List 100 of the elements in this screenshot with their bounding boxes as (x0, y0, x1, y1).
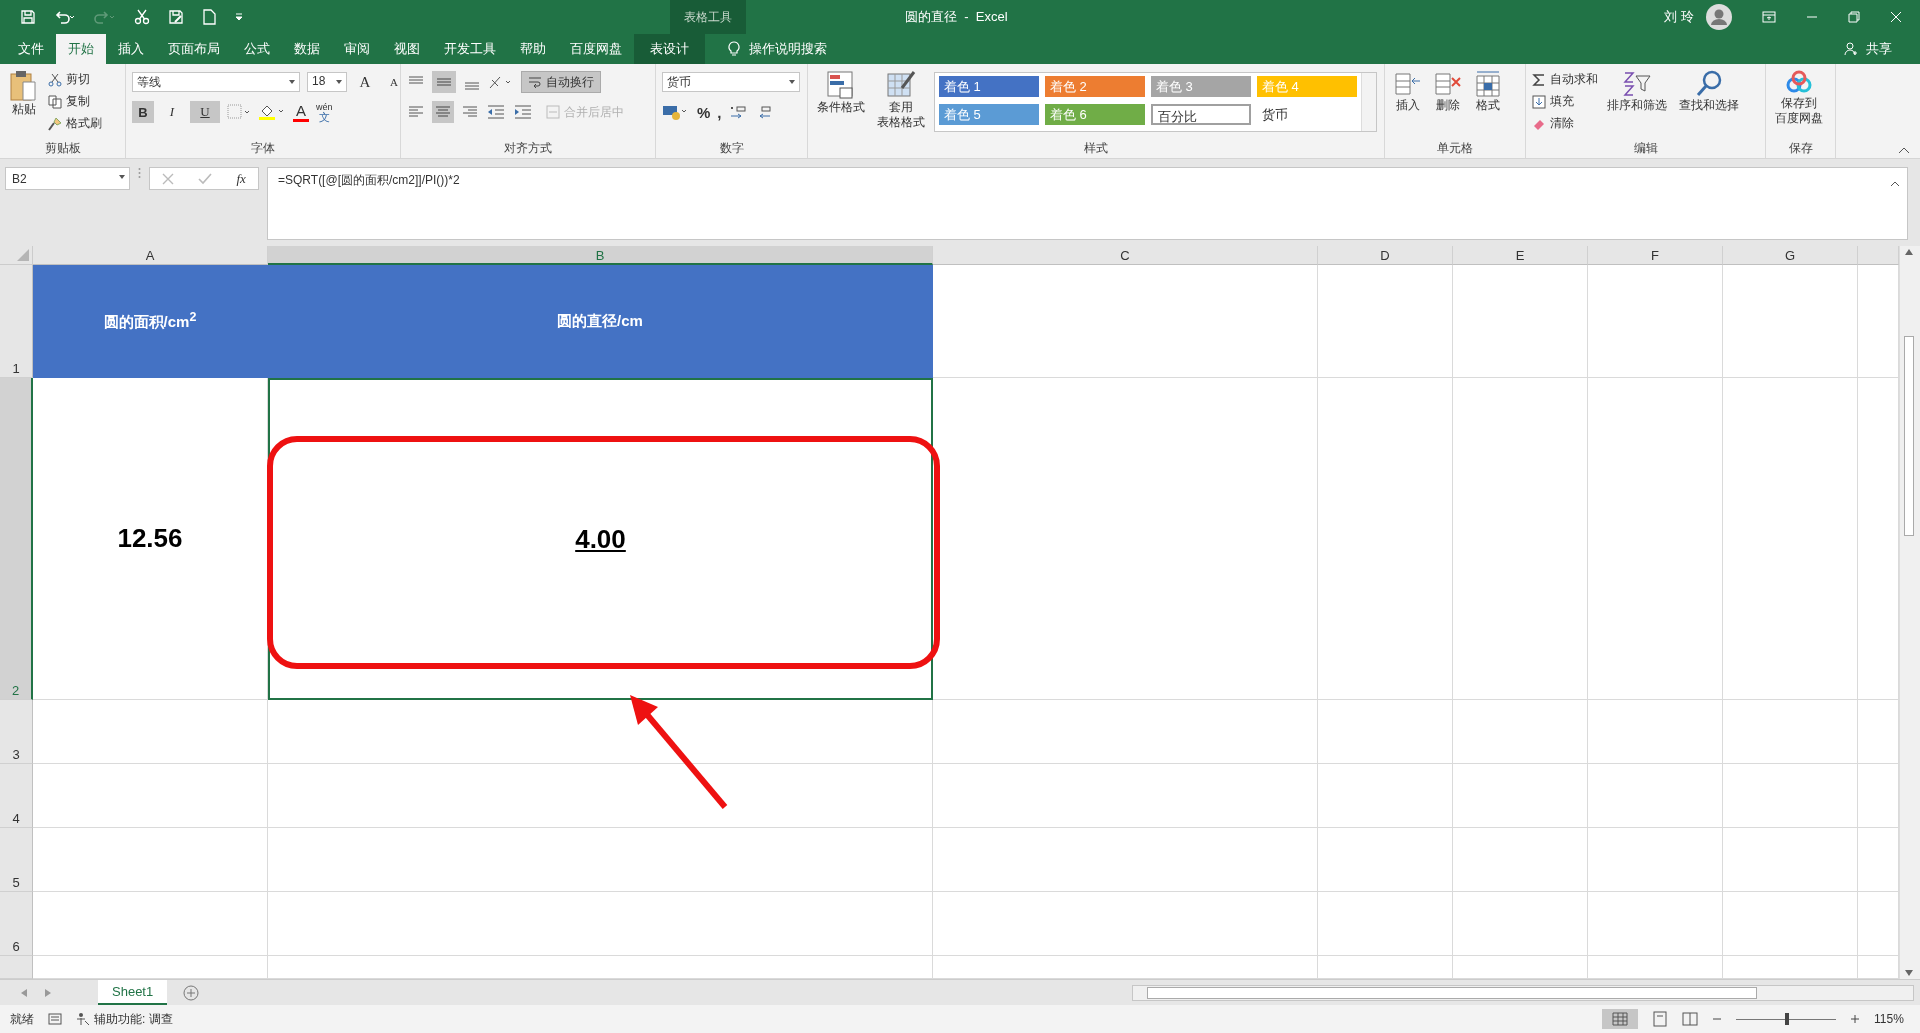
ribbon-tab[interactable]: 插入 (106, 34, 156, 64)
number-format-field[interactable]: 货币 (662, 72, 800, 92)
row-header[interactable]: 4 (0, 764, 33, 828)
formula-field[interactable]: =SQRT([@[圆的面积/cm2]]/PI())*2 (267, 167, 1908, 240)
accessibility-status[interactable]: 辅助功能: 调查 (76, 1010, 173, 1028)
clipboard-action[interactable]: 格式刷 (48, 114, 102, 133)
ribbon-tab[interactable]: 帮助 (508, 34, 558, 64)
scroll-down-icon[interactable] (1904, 969, 1914, 977)
grow-font-button[interactable]: A (354, 71, 376, 93)
cell-style[interactable]: 货币 (1257, 104, 1357, 125)
bold-button[interactable]: B (132, 101, 154, 123)
gallery-scrollbar[interactable] (1361, 73, 1376, 131)
undo-icon[interactable] (54, 9, 76, 25)
avatar-icon[interactable] (1706, 4, 1732, 30)
redo-icon[interactable] (94, 9, 116, 25)
new-document-icon[interactable] (202, 9, 216, 25)
checkmark-icon[interactable] (198, 172, 213, 185)
close-icon[interactable] (1890, 11, 1902, 23)
row-header[interactable]: 1 (0, 265, 33, 378)
scissors-icon[interactable] (134, 9, 150, 25)
share-button[interactable]: 共享 (1866, 40, 1892, 58)
row-header[interactable]: 2 (0, 378, 33, 700)
increase-decimal-icon[interactable] (728, 104, 749, 120)
normal-view-icon[interactable] (1602, 1009, 1638, 1029)
ribbon-tab[interactable]: 视图 (382, 34, 432, 64)
collapse-ribbon-icon[interactable] (1898, 146, 1910, 154)
cell-style[interactable]: 百分比 (1151, 104, 1251, 125)
page-break-icon[interactable] (1682, 1011, 1698, 1027)
increase-indent-icon[interactable] (513, 104, 533, 120)
underline-button[interactable]: U (190, 101, 220, 123)
ribbon-tab[interactable]: 开始 (56, 34, 106, 64)
ribbon-tab[interactable]: 百度网盘 (558, 34, 634, 64)
add-sheet-icon[interactable] (183, 984, 200, 1001)
column-header[interactable]: G (1723, 246, 1858, 265)
macro-record-icon[interactable] (48, 1013, 62, 1025)
lightbulb-icon[interactable] (727, 41, 741, 57)
save-as-icon[interactable] (168, 9, 184, 25)
wrap-text-button[interactable]: 自动换行 (521, 71, 601, 93)
sheet-tab[interactable]: Sheet1 (98, 980, 168, 1005)
column-header[interactable]: E (1453, 246, 1588, 265)
ribbon-tab[interactable]: 页面布局 (156, 34, 232, 64)
previous-sheet-icon[interactable] (20, 987, 28, 998)
font-color-button[interactable]: A (293, 102, 309, 122)
scroll-up-icon[interactable] (1904, 248, 1914, 256)
font-size-field[interactable]: 18 (307, 72, 347, 92)
row-header[interactable]: 3 (0, 700, 33, 764)
phonetic-button[interactable]: wén 文 (316, 102, 333, 122)
align-center-icon[interactable] (432, 101, 454, 123)
sort-filter-button[interactable]: 排序和筛选 (1604, 68, 1670, 115)
ribbon-tab[interactable]: 表设计 (634, 34, 705, 64)
conditional-format-button[interactable]: 条件格式 (814, 68, 868, 117)
column-header[interactable]: D (1318, 246, 1453, 265)
ribbon-display-icon[interactable] (1762, 11, 1776, 23)
scroll-thumb[interactable] (1904, 336, 1914, 536)
cancel-icon[interactable] (162, 172, 175, 185)
clear-button[interactable]: 清除 (1532, 114, 1598, 133)
tell-me-search[interactable]: 操作说明搜索 (749, 40, 827, 58)
insert-function-button[interactable]: fx (236, 170, 246, 187)
zoom-level[interactable]: 115% (1874, 1012, 1910, 1026)
font-name-field[interactable]: 等线 (132, 72, 300, 92)
fill-color-icon[interactable] (258, 103, 286, 121)
horizontal-scrollbar[interactable] (1132, 984, 1914, 1001)
save-icon[interactable] (20, 9, 36, 25)
align-left-icon[interactable] (407, 104, 425, 120)
cell-style[interactable]: 着色 1 (939, 76, 1039, 97)
align-right-icon[interactable] (461, 104, 479, 120)
column-header[interactable]: F (1588, 246, 1723, 265)
italic-button[interactable]: I (161, 101, 183, 123)
next-sheet-icon[interactable] (44, 987, 52, 998)
autosum-button[interactable]: 自动求和 (1532, 70, 1598, 89)
comma-button[interactable]: , (717, 103, 722, 121)
customize-caret-icon[interactable] (234, 12, 244, 22)
percent-button[interactable]: % (697, 103, 711, 121)
row-header[interactable]: 6 (0, 892, 33, 956)
page-layout-icon[interactable] (1652, 1011, 1668, 1027)
find-select-button[interactable]: 查找和选择 (1676, 68, 1742, 115)
cells-button[interactable]: 删除 (1431, 68, 1465, 115)
fill-button[interactable]: 填充 (1532, 92, 1598, 111)
clipboard-action[interactable]: 剪切 (48, 70, 102, 89)
row-header[interactable]: 5 (0, 828, 33, 892)
cells-button[interactable]: 格式 (1471, 68, 1505, 115)
ribbon-tab[interactable]: 文件 (6, 34, 56, 64)
shrink-font-button[interactable]: A (383, 71, 405, 93)
cells-button[interactable]: 插入 (1391, 68, 1425, 115)
ribbon-tab[interactable]: 公式 (232, 34, 282, 64)
clipboard-action[interactable]: 复制 (48, 92, 102, 111)
name-box[interactable]: B2 (5, 167, 130, 190)
vertical-scrollbar[interactable] (1899, 246, 1920, 979)
middle-align-icon[interactable] (432, 71, 456, 93)
column-header[interactable]: C (933, 246, 1318, 265)
collapse-formula-icon[interactable] (1890, 180, 1900, 188)
ribbon-tab[interactable]: 数据 (282, 34, 332, 64)
paste-button[interactable]: 粘贴 (6, 68, 42, 119)
format-as-table-button[interactable]: 套用 表格格式 (874, 68, 928, 132)
column-header[interactable]: B (268, 246, 933, 265)
ribbon-tab[interactable]: 开发工具 (432, 34, 508, 64)
person-add-icon[interactable] (1844, 42, 1858, 56)
decrease-indent-icon[interactable] (486, 104, 506, 120)
save-to-cloud-button[interactable]: 保存到 百度网盘 (1772, 68, 1826, 128)
scroll-thumb[interactable] (1147, 986, 1757, 999)
